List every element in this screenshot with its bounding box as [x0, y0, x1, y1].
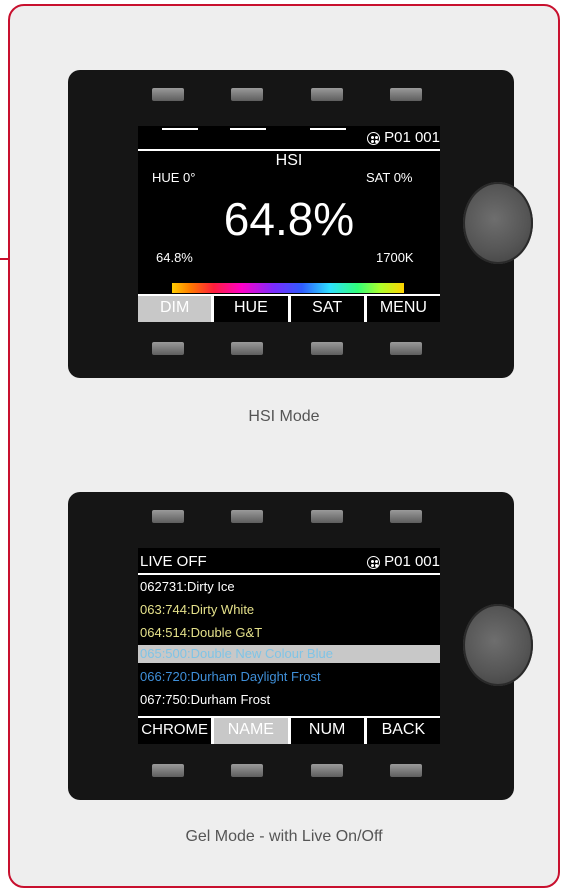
top-hardware-button-3[interactable]: [311, 88, 343, 101]
bottom-hardware-button-1[interactable]: [152, 342, 184, 355]
softkey-num[interactable]: NUM: [291, 718, 367, 744]
bottom-hardware-button-2[interactable]: [231, 342, 263, 355]
top-hardware-button-3[interactable]: [311, 510, 343, 523]
hue-gradient-bar: [172, 283, 404, 293]
gel-list-item[interactable]: 063:744:Dirty White: [138, 599, 440, 621]
gel-list-item[interactable]: 062731:Dirty Ice: [138, 576, 440, 598]
top-line-1: [162, 128, 198, 130]
hsi-softkey-bar: DIM HUE SAT MENU: [138, 294, 440, 322]
top-hardware-button-1[interactable]: [152, 510, 184, 523]
gel-softkey-bar: CHROME NAME NUM BACK: [138, 716, 440, 744]
gel-list-item[interactable]: 066:720:Durham Daylight Frost: [138, 666, 440, 688]
dmx-address: 001: [414, 129, 440, 146]
bottom-hardware-button-3[interactable]: [311, 764, 343, 777]
encoder-knob[interactable]: [463, 604, 533, 686]
patch-info: P01 001: [348, 552, 440, 572]
dmx-address: 001: [414, 553, 440, 570]
softkey-back[interactable]: BACK: [367, 718, 440, 744]
softkey-dim[interactable]: DIM: [138, 296, 215, 322]
saturation-readout: SAT 0%: [366, 170, 413, 185]
intensity-small: 64.8%: [156, 250, 193, 265]
patch-number: P01: [384, 553, 411, 570]
gel-screen: LIVE OFF P01 001 062731:Dirty Ice 063:74…: [138, 548, 440, 744]
hue-readout: HUE 0°: [152, 170, 196, 185]
top-line-2: [230, 128, 266, 130]
hsi-screen: P01 001 HSI HUE 0° SAT 0% 64.8% 64.8% 17…: [138, 126, 440, 322]
gel-list-item-selected[interactable]: 065:500:Double New Colour Blue: [138, 645, 440, 663]
top-hardware-button-4[interactable]: [390, 510, 422, 523]
softkey-menu[interactable]: MENU: [367, 296, 440, 322]
gel-control-panel: LIVE OFF P01 001 062731:Dirty Ice 063:74…: [68, 492, 533, 800]
softkey-chrome[interactable]: CHROME: [138, 718, 215, 744]
patch-number: P01: [384, 129, 411, 146]
cct-readout: 1700K: [376, 250, 414, 265]
live-status: LIVE OFF: [140, 553, 207, 570]
gel-caption: Gel Mode - with Live On/Off: [185, 828, 383, 845]
bottom-hardware-button-3[interactable]: [311, 342, 343, 355]
bottom-hardware-button-1[interactable]: [152, 764, 184, 777]
top-line-3: [310, 128, 346, 130]
bottom-hardware-button-2[interactable]: [231, 764, 263, 777]
top-hardware-button-4[interactable]: [390, 88, 422, 101]
edge-marker: [0, 258, 8, 260]
encoder-knob[interactable]: [463, 182, 533, 264]
softkey-hue[interactable]: HUE: [214, 296, 291, 322]
mode-title: HSI: [275, 152, 303, 169]
top-hardware-button-2[interactable]: [231, 88, 263, 101]
patch-info: P01 001: [348, 128, 440, 148]
dmx-connector-icon: [366, 555, 380, 569]
bottom-hardware-button-4[interactable]: [390, 764, 422, 777]
softkey-name[interactable]: NAME: [214, 718, 291, 744]
top-hardware-button-1[interactable]: [152, 88, 184, 101]
hsi-control-panel: P01 001 HSI HUE 0° SAT 0% 64.8% 64.8% 17…: [68, 70, 533, 378]
hsi-caption: HSI Mode: [248, 408, 320, 425]
header-divider: [138, 149, 440, 151]
bottom-hardware-button-4[interactable]: [390, 342, 422, 355]
dmx-connector-icon: [366, 131, 380, 145]
intensity-value: 64.8%: [223, 193, 355, 245]
header-divider: [138, 573, 440, 575]
softkey-sat[interactable]: SAT: [291, 296, 367, 322]
top-hardware-button-2[interactable]: [231, 510, 263, 523]
gel-list-item[interactable]: 064:514:Double G&T: [138, 622, 440, 644]
gel-list-item[interactable]: 067:750:Durham Frost: [138, 689, 440, 711]
